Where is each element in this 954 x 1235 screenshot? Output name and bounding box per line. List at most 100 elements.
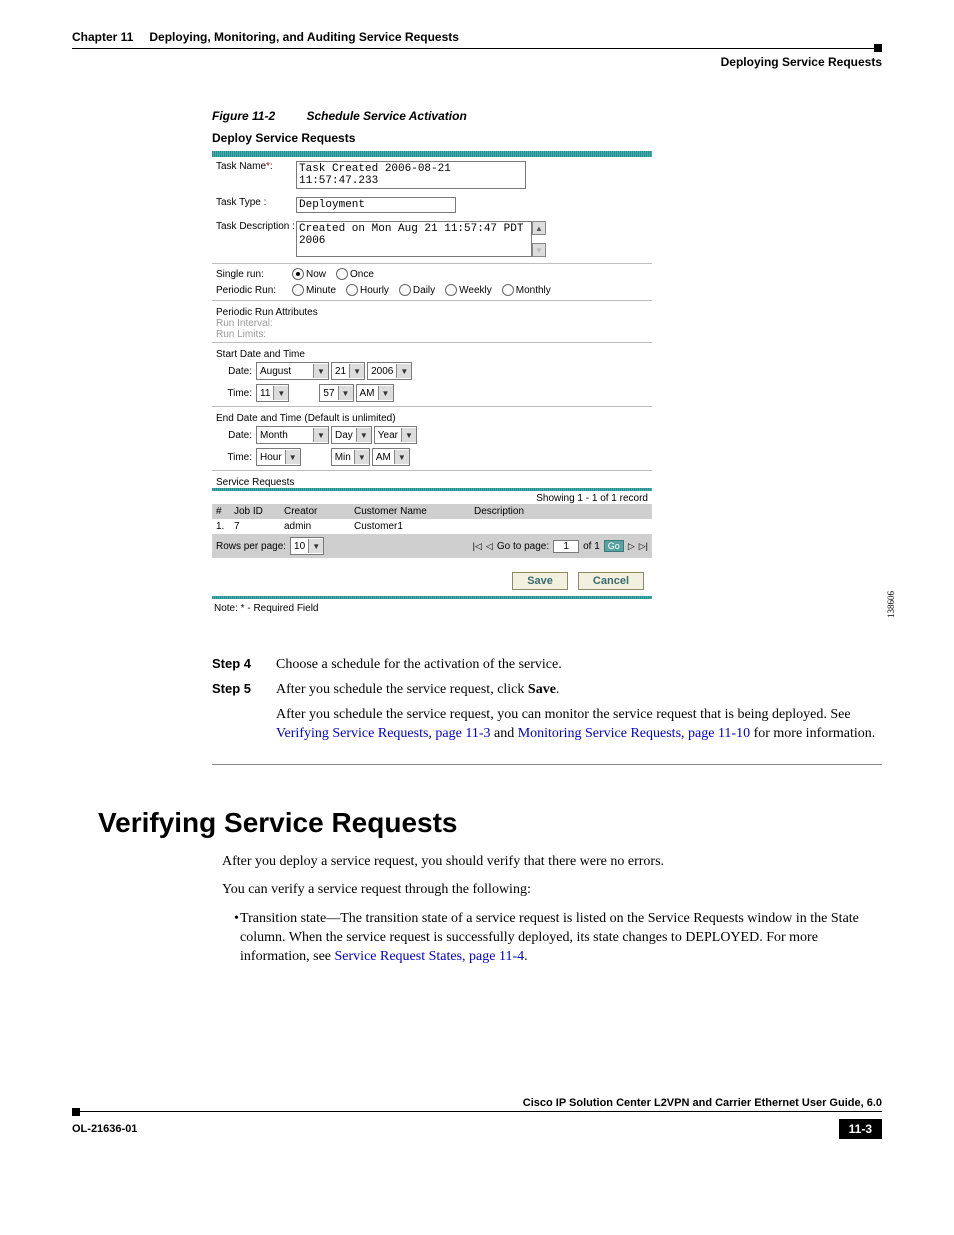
dropdown-icon: ▼ <box>285 450 300 464</box>
start-hour-select[interactable]: 11▼ <box>256 384 289 402</box>
end-month-select[interactable]: Month▼ <box>256 426 329 444</box>
radio-daily[interactable] <box>399 284 411 296</box>
goto-page-label: Go to page: <box>497 541 549 552</box>
radio-weekly[interactable] <box>445 284 457 296</box>
task-name-field[interactable]: Task Created 2006-08-21 11:57:47.233 <box>296 161 526 189</box>
running-header: Chapter 11 Deploying, Monitoring, and Au… <box>72 30 882 44</box>
start-ampm-select[interactable]: AM▼ <box>356 384 394 402</box>
cancel-button[interactable]: Cancel <box>578 572 644 590</box>
of-count: of 1 <box>583 541 600 552</box>
rows-per-page-label: Rows per page: <box>216 541 286 552</box>
radio-once[interactable] <box>336 268 348 280</box>
dropdown-icon: ▼ <box>313 364 328 378</box>
start-month-select[interactable]: August▼ <box>256 362 329 380</box>
figure-id: 138606 <box>886 591 896 618</box>
scroll-up-icon[interactable]: ▲ <box>532 221 546 235</box>
step-label: Step 4 <box>212 656 276 675</box>
dropdown-icon: ▼ <box>338 386 353 400</box>
task-description-label: Task Description : <box>216 221 296 232</box>
col-description: Description <box>474 506 648 517</box>
figure-caption: Figure 11-2 Schedule Service Activation <box>212 109 882 123</box>
end-ampm-select[interactable]: AM▼ <box>372 448 410 466</box>
divider <box>212 300 652 301</box>
dropdown-icon: ▼ <box>396 364 411 378</box>
step-text: After you schedule the service request, … <box>276 681 882 700</box>
paragraph: After you deploy a service request, you … <box>222 853 882 872</box>
divider <box>212 470 652 471</box>
start-date-label: Date: <box>216 366 256 377</box>
section-end-rule <box>212 764 882 765</box>
radio-hourly[interactable] <box>346 284 358 296</box>
task-description-field[interactable]: Created on Mon Aug 21 11:57:47 PDT 2006 <box>296 221 532 257</box>
start-day-select[interactable]: 21▼ <box>331 362 365 380</box>
task-type-label: Task Type : <box>216 197 296 208</box>
chapter-number: Chapter 11 <box>72 30 133 44</box>
task-name-label: Task Name*: <box>216 161 296 172</box>
divider <box>212 263 652 264</box>
end-year-select[interactable]: Year▼ <box>374 426 417 444</box>
dropdown-icon: ▼ <box>354 450 369 464</box>
figure-title: Schedule Service Activation <box>306 109 466 123</box>
radio-now[interactable] <box>292 268 304 280</box>
last-page-icon[interactable]: ▷| <box>639 541 648 552</box>
link-monitoring-sr[interactable]: Monitoring Service Requests, page 11-10 <box>518 726 750 741</box>
step-label: Step 5 <box>212 681 276 700</box>
step-text: Choose a schedule for the activation of … <box>276 656 882 675</box>
paragraph: You can verify a service request through… <box>222 881 882 900</box>
dropdown-icon: ▼ <box>401 428 416 442</box>
run-limits-label: Run Limits: <box>212 329 652 340</box>
divider <box>212 406 652 407</box>
single-run-label: Single run: <box>216 269 288 280</box>
header-rule <box>72 48 882 49</box>
save-button[interactable]: Save <box>512 572 568 590</box>
start-min-select[interactable]: 57▼ <box>319 384 353 402</box>
dropdown-icon: ▼ <box>313 428 328 442</box>
dropdown-icon: ▼ <box>273 386 288 400</box>
periodic-run-label: Periodic Run: <box>216 285 288 296</box>
link-verifying-sr[interactable]: Verifying Service Requests, page 11-3 <box>276 726 490 741</box>
chapter-title: Deploying, Monitoring, and Auditing Serv… <box>149 30 459 44</box>
end-day-select[interactable]: Day▼ <box>331 426 372 444</box>
go-button[interactable]: Go <box>604 540 624 552</box>
col-job-id: Job ID <box>234 506 284 517</box>
required-field-note: Note: * - Required Field <box>212 599 652 618</box>
showing-text: Showing 1 - 1 of 1 record <box>212 491 652 504</box>
panel-title: Deploy Service Requests <box>212 131 652 145</box>
table-row: 1. 7 admin Customer1 <box>212 519 652 534</box>
end-time-label: Time: <box>216 452 256 463</box>
end-date-label: Date: <box>216 430 256 441</box>
bullet-item: • Transition state—The transition state … <box>234 910 882 967</box>
end-hour-select[interactable]: Hour▼ <box>256 448 301 466</box>
next-page-icon[interactable]: ▷ <box>628 541 635 552</box>
link-sr-states[interactable]: Service Request States, page 11-4 <box>335 949 525 964</box>
dropdown-icon: ▼ <box>378 386 393 400</box>
end-min-select[interactable]: Min▼ <box>331 448 370 466</box>
deploy-service-requests-panel: Deploy Service Requests Task Name*: Task… <box>212 131 652 618</box>
page-number: 11-3 <box>839 1119 882 1139</box>
prev-page-icon[interactable]: ◁ <box>486 541 493 552</box>
footer-docnum: OL-21636-01 <box>72 1123 137 1135</box>
pager: Rows per page: 10▼ |◁ ◁ Go to page: 1 of… <box>212 534 652 558</box>
start-year-select[interactable]: 2006▼ <box>367 362 412 380</box>
radio-minute[interactable] <box>292 284 304 296</box>
dropdown-icon: ▼ <box>349 364 364 378</box>
start-date-heading: Start Date and Time <box>212 345 652 360</box>
header-square-icon <box>874 44 882 52</box>
col-hash: # <box>216 506 234 517</box>
radio-monthly[interactable] <box>502 284 514 296</box>
first-page-icon[interactable]: |◁ <box>473 541 482 552</box>
step-paragraph: After you schedule the service request, … <box>276 706 882 744</box>
footer-square-icon <box>72 1108 80 1116</box>
task-type-field[interactable]: Deployment <box>296 197 456 213</box>
scroll-down-icon[interactable]: ▼ <box>532 243 546 257</box>
rows-per-page-select[interactable]: 10▼ <box>290 537 324 555</box>
start-time-label: Time: <box>216 388 256 399</box>
end-date-heading: End Date and Time (Default is unlimited) <box>212 409 652 424</box>
periodic-attrs-heading: Periodic Run Attributes <box>212 303 652 318</box>
service-requests-heading: Service Requests <box>212 473 652 488</box>
table-header: # Job ID Creator Customer Name Descripti… <box>212 504 652 519</box>
footer-rule <box>72 1111 882 1122</box>
section-heading: Verifying Service Requests <box>98 807 882 839</box>
dropdown-icon: ▼ <box>356 428 371 442</box>
goto-page-field[interactable]: 1 <box>553 540 579 553</box>
